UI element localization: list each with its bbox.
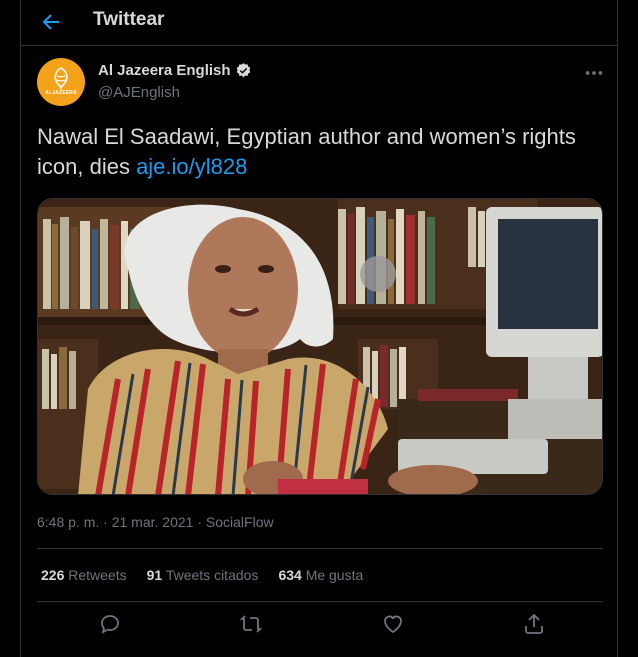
header: Twittear [21,0,617,46]
tweet-stats: 226 Retweets 91 Tweets citados 634 Me gu… [41,567,363,583]
quotes-count: 91 [146,567,163,583]
tweet-photo[interactable] [37,198,603,495]
tweet-body: Nawal El Saadawi, Egyptian author and wo… [37,124,576,179]
divider [37,601,603,602]
retweets-stat[interactable]: 226 Retweets [41,567,127,583]
page-title: Twittear [93,9,165,30]
like-icon[interactable] [381,612,405,636]
tweet-actions [21,612,617,642]
avatar-text: ALJAZEERA [45,90,77,96]
reply-icon[interactable] [98,612,122,636]
likes-label: Me gusta [305,567,364,583]
share-icon[interactable] [522,612,546,636]
photo-image [38,199,602,494]
tweet-source[interactable]: SocialFlow [206,514,274,530]
quotes-stat[interactable]: 91 Tweets citados [147,567,259,583]
author-name[interactable]: Al Jazeera English [98,62,231,79]
tweet-time[interactable]: 6:48 p. m. [37,514,99,530]
meta-separator: · [197,514,203,530]
retweets-label: Retweets [68,567,127,583]
tweet-text: Nawal El Saadawi, Egyptian author and wo… [37,122,597,182]
more-icon[interactable] [583,62,605,84]
likes-count: 634 [278,567,302,583]
avatar[interactable]: ALJAZEERA [37,58,85,106]
aljazeera-logo-icon [54,67,68,91]
divider [37,548,603,549]
tweet-detail-panel: Twittear ALJAZEERA Al Jazeera English @A… [20,0,618,657]
author-handle[interactable]: @AJEnglish [98,84,180,101]
retweets-count: 226 [41,567,65,583]
tweet-date[interactable]: 21 mar. 2021 [112,514,194,530]
retweet-icon[interactable] [239,612,263,636]
quotes-label: Tweets citados [165,567,259,583]
likes-stat[interactable]: 634 Me gusta [278,567,363,583]
tweet-link[interactable]: aje.io/yl828 [136,154,247,179]
meta-separator: · [103,514,108,530]
back-arrow-icon[interactable] [39,10,63,34]
tweet-meta: 6:48 p. m. · 21 mar. 2021 · SocialFlow [37,514,274,530]
verified-icon [236,63,250,78]
author-name-row: Al Jazeera English [98,62,252,79]
